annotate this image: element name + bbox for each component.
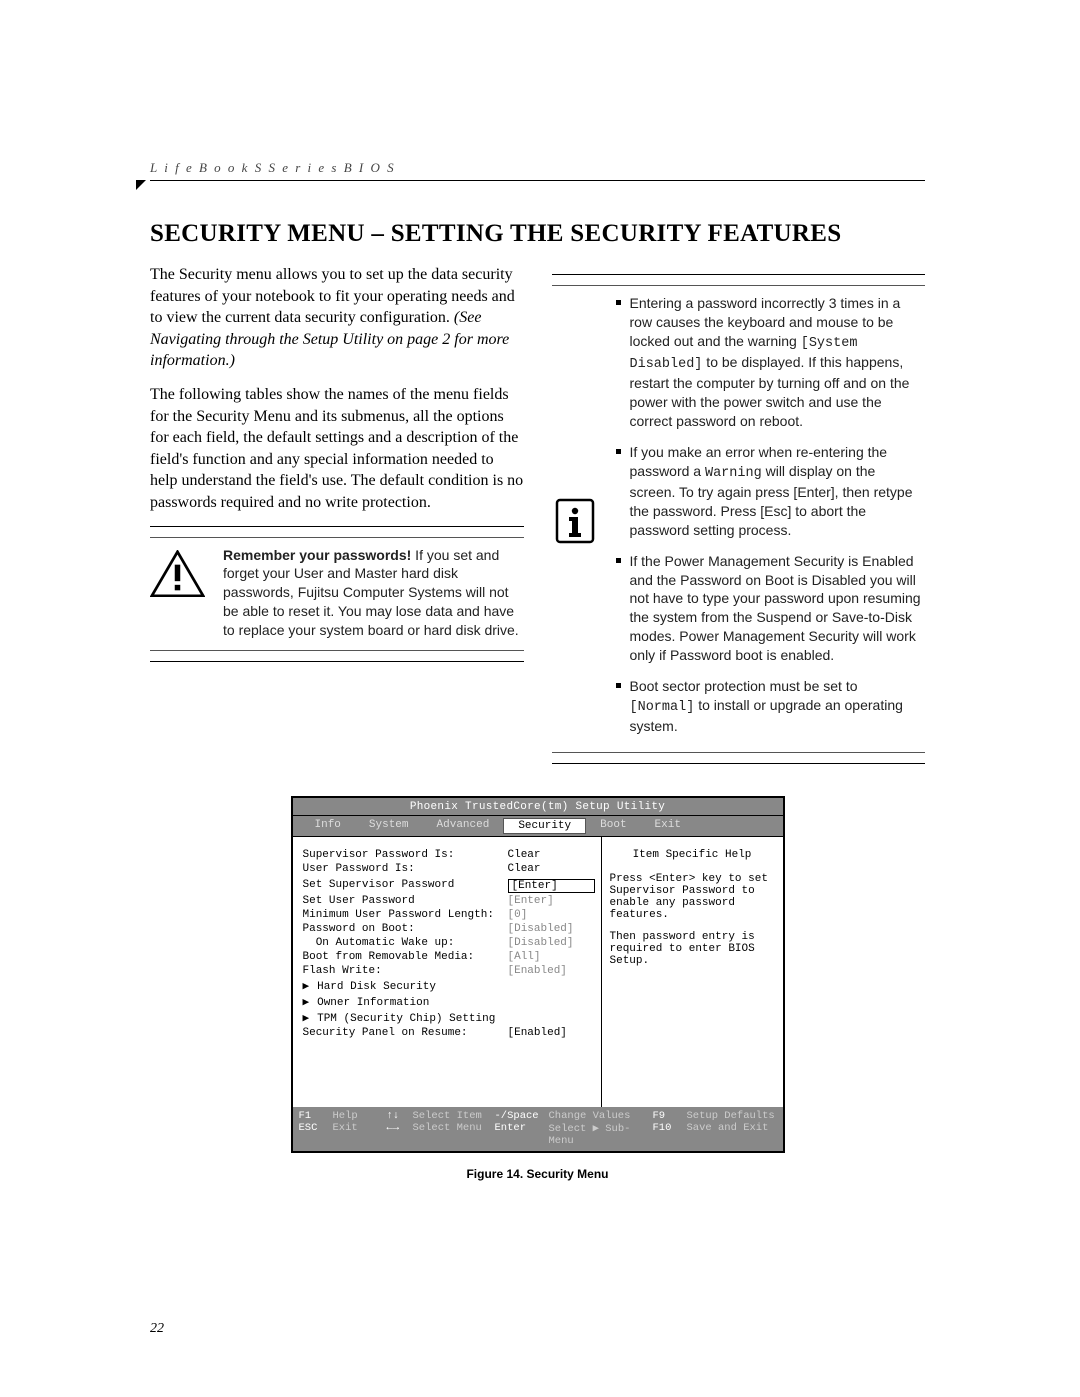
- intro-paragraph-1: The Security menu allows you to set up t…: [150, 264, 524, 372]
- bios-tab-security: Security: [503, 818, 586, 834]
- bios-key-desc: Select ▶ Sub-Menu: [549, 1123, 631, 1147]
- divider-thin: [552, 752, 926, 753]
- warning-text: Remember your passwords! If you set and …: [223, 546, 524, 640]
- bios-field-value: Clear: [508, 863, 595, 875]
- bios-key: Enter: [495, 1122, 527, 1134]
- bios-field-label: Set User Password: [303, 895, 508, 907]
- bios-field-label: Boot from Removable Media:: [303, 951, 508, 963]
- bios-field-label: On Automatic Wake up:: [303, 937, 508, 949]
- bios-field-label: User Password Is:: [303, 863, 508, 875]
- info-item: Entering a password incorrectly 3 times …: [616, 294, 926, 431]
- info-text: Boot sector protection must be set to: [630, 678, 858, 694]
- info-item: If you make an error when re-entering th…: [616, 443, 926, 540]
- divider: [552, 763, 926, 764]
- bios-field-label: Flash Write:: [303, 965, 508, 977]
- header-rule: [150, 180, 925, 190]
- figure-caption: Figure 14. Security Menu: [150, 1167, 925, 1181]
- bios-field-row: User Password Is:Clear: [303, 863, 595, 875]
- intro-paragraph-2: The following tables show the names of t…: [150, 384, 524, 514]
- bios-fields: Supervisor Password Is:ClearUser Passwor…: [293, 837, 602, 1107]
- bios-field-row: Set User Password[Enter]: [303, 895, 595, 907]
- bios-field-row: Flash Write:[Enabled]: [303, 965, 595, 977]
- divider-thin: [150, 537, 524, 538]
- bios-field-value: [Enter]: [508, 879, 595, 893]
- bios-tab-advanced: Advanced: [423, 818, 504, 834]
- left-column: The Security menu allows you to set up t…: [150, 264, 524, 774]
- bios-field-label: Password on Boot:: [303, 923, 508, 935]
- bios-key-desc: Help: [333, 1110, 358, 1122]
- warning-bold: Remember your passwords!: [223, 547, 411, 563]
- bios-field-row: Set Supervisor Password[Enter]: [303, 879, 595, 893]
- divider: [150, 526, 524, 527]
- divider: [552, 274, 926, 275]
- bios-key-desc: Change Values: [549, 1110, 631, 1122]
- info-item: If the Power Management Security is Enab…: [616, 552, 926, 665]
- bios-field-row: Supervisor Password Is:Clear: [303, 849, 595, 861]
- divider-thin: [150, 650, 524, 651]
- bios-key: F10: [653, 1122, 672, 1134]
- bios-field-value: [All]: [508, 951, 595, 963]
- bios-key: ↑↓: [387, 1110, 400, 1122]
- bios-submenu-item: ▶ Owner Information: [303, 995, 595, 1009]
- bios-tab-system: System: [355, 818, 423, 834]
- bios-field-row: Password on Boot:[Disabled]: [303, 923, 595, 935]
- bios-help-panel: Item Specific Help Press <Enter> key to …: [602, 837, 783, 1107]
- bios-field-row: Boot from Removable Media:[All]: [303, 951, 595, 963]
- bios-submenu-item: ▶ TPM (Security Chip) Setting: [303, 1011, 595, 1025]
- bios-field-label: Security Panel on Resume:: [303, 1027, 508, 1039]
- bios-key-desc: Save and Exit: [687, 1122, 769, 1134]
- running-header: L i f e B o o k S S e r i e s B I O S: [150, 160, 925, 176]
- bios-field-label: Set Supervisor Password: [303, 879, 508, 893]
- bios-field-row: On Automatic Wake up:[Disabled]: [303, 937, 595, 949]
- info-code: Warning: [705, 466, 762, 481]
- bios-field-value: Clear: [508, 849, 595, 861]
- bios-help-body: Press <Enter> key to set Supervisor Pass…: [610, 873, 775, 921]
- bios-field-value: [Disabled]: [508, 937, 595, 949]
- warning-note: Remember your passwords! If you set and …: [150, 546, 524, 640]
- bios-field-label: Supervisor Password Is:: [303, 849, 508, 861]
- info-text: Entering a password incorrectly 3 times …: [630, 295, 901, 349]
- bios-tab-boot: Boot: [586, 818, 640, 834]
- bios-key-desc: Setup Defaults: [687, 1110, 775, 1122]
- info-text: If the Power Management Security is Enab…: [630, 553, 921, 663]
- page-number: 22: [150, 1321, 164, 1337]
- bios-key-desc: Exit: [333, 1122, 358, 1134]
- info-list: Entering a password incorrectly 3 times …: [616, 294, 926, 748]
- info-note: Entering a password incorrectly 3 times …: [552, 294, 926, 748]
- bios-key: F1: [299, 1110, 312, 1122]
- bios-field-row: Minimum User Password Length:[0]: [303, 909, 595, 921]
- bios-key: ESC: [299, 1122, 318, 1134]
- info-icon: [552, 294, 598, 748]
- info-code: [Normal]: [630, 700, 695, 715]
- bios-footer: F1 Help ↑↓ Select Item -/Space Change Va…: [293, 1107, 783, 1151]
- bios-key: ←→: [387, 1122, 400, 1134]
- bios-submenu-item: ▶ Hard Disk Security: [303, 979, 595, 993]
- bios-screenshot: Phoenix TrustedCore(tm) Setup Utility In…: [291, 796, 785, 1153]
- bios-key-desc: Select Menu: [413, 1122, 482, 1134]
- bios-field-value: [Disabled]: [508, 923, 595, 935]
- info-item: Boot sector protection must be set to [N…: [616, 677, 926, 736]
- bios-help-title: Item Specific Help: [610, 849, 775, 861]
- bios-key: F9: [653, 1110, 666, 1122]
- warning-icon: [150, 546, 205, 640]
- bios-key: -/Space: [495, 1110, 539, 1122]
- bios-tab-info: Info: [301, 818, 355, 834]
- bios-tab-exit: Exit: [641, 818, 695, 834]
- bios-field-value: [Enabled]: [508, 965, 595, 977]
- bios-field-value: [Enabled]: [508, 1027, 595, 1039]
- page-title: SECURITY MENU – SETTING THE SECURITY FEA…: [150, 220, 925, 248]
- divider-thin: [552, 285, 926, 286]
- bios-help-body: Then password entry is required to enter…: [610, 931, 775, 967]
- bios-field-row: Security Panel on Resume: [Enabled]: [303, 1027, 595, 1039]
- bios-tabbar: Info System Advanced Security Boot Exit: [293, 816, 783, 837]
- bios-title: Phoenix TrustedCore(tm) Setup Utility: [293, 798, 783, 816]
- bios-field-label: Minimum User Password Length:: [303, 909, 508, 921]
- bios-field-value: [Enter]: [508, 895, 595, 907]
- divider: [150, 661, 524, 662]
- bios-field-value: [0]: [508, 909, 595, 921]
- bios-key-desc: Select Item: [413, 1110, 482, 1122]
- right-column: Entering a password incorrectly 3 times …: [552, 264, 926, 774]
